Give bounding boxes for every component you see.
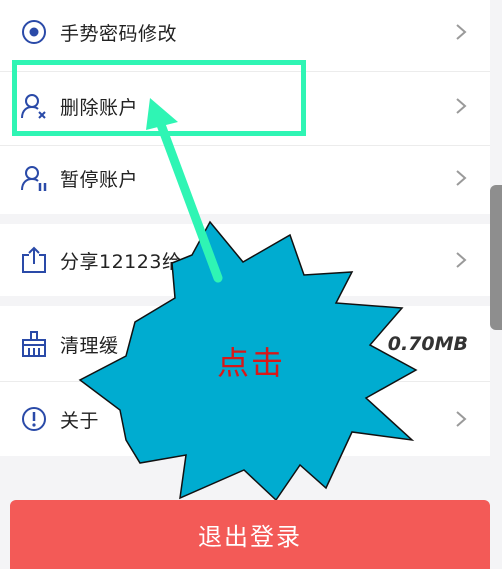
logout-button[interactable]: 退出登录 xyxy=(10,500,490,569)
pointer-arrow-shaft xyxy=(155,117,223,283)
annotation-overlay xyxy=(78,98,418,502)
click-annotation-label: 点击 xyxy=(217,344,286,382)
pointer-arrow-head xyxy=(146,98,178,130)
